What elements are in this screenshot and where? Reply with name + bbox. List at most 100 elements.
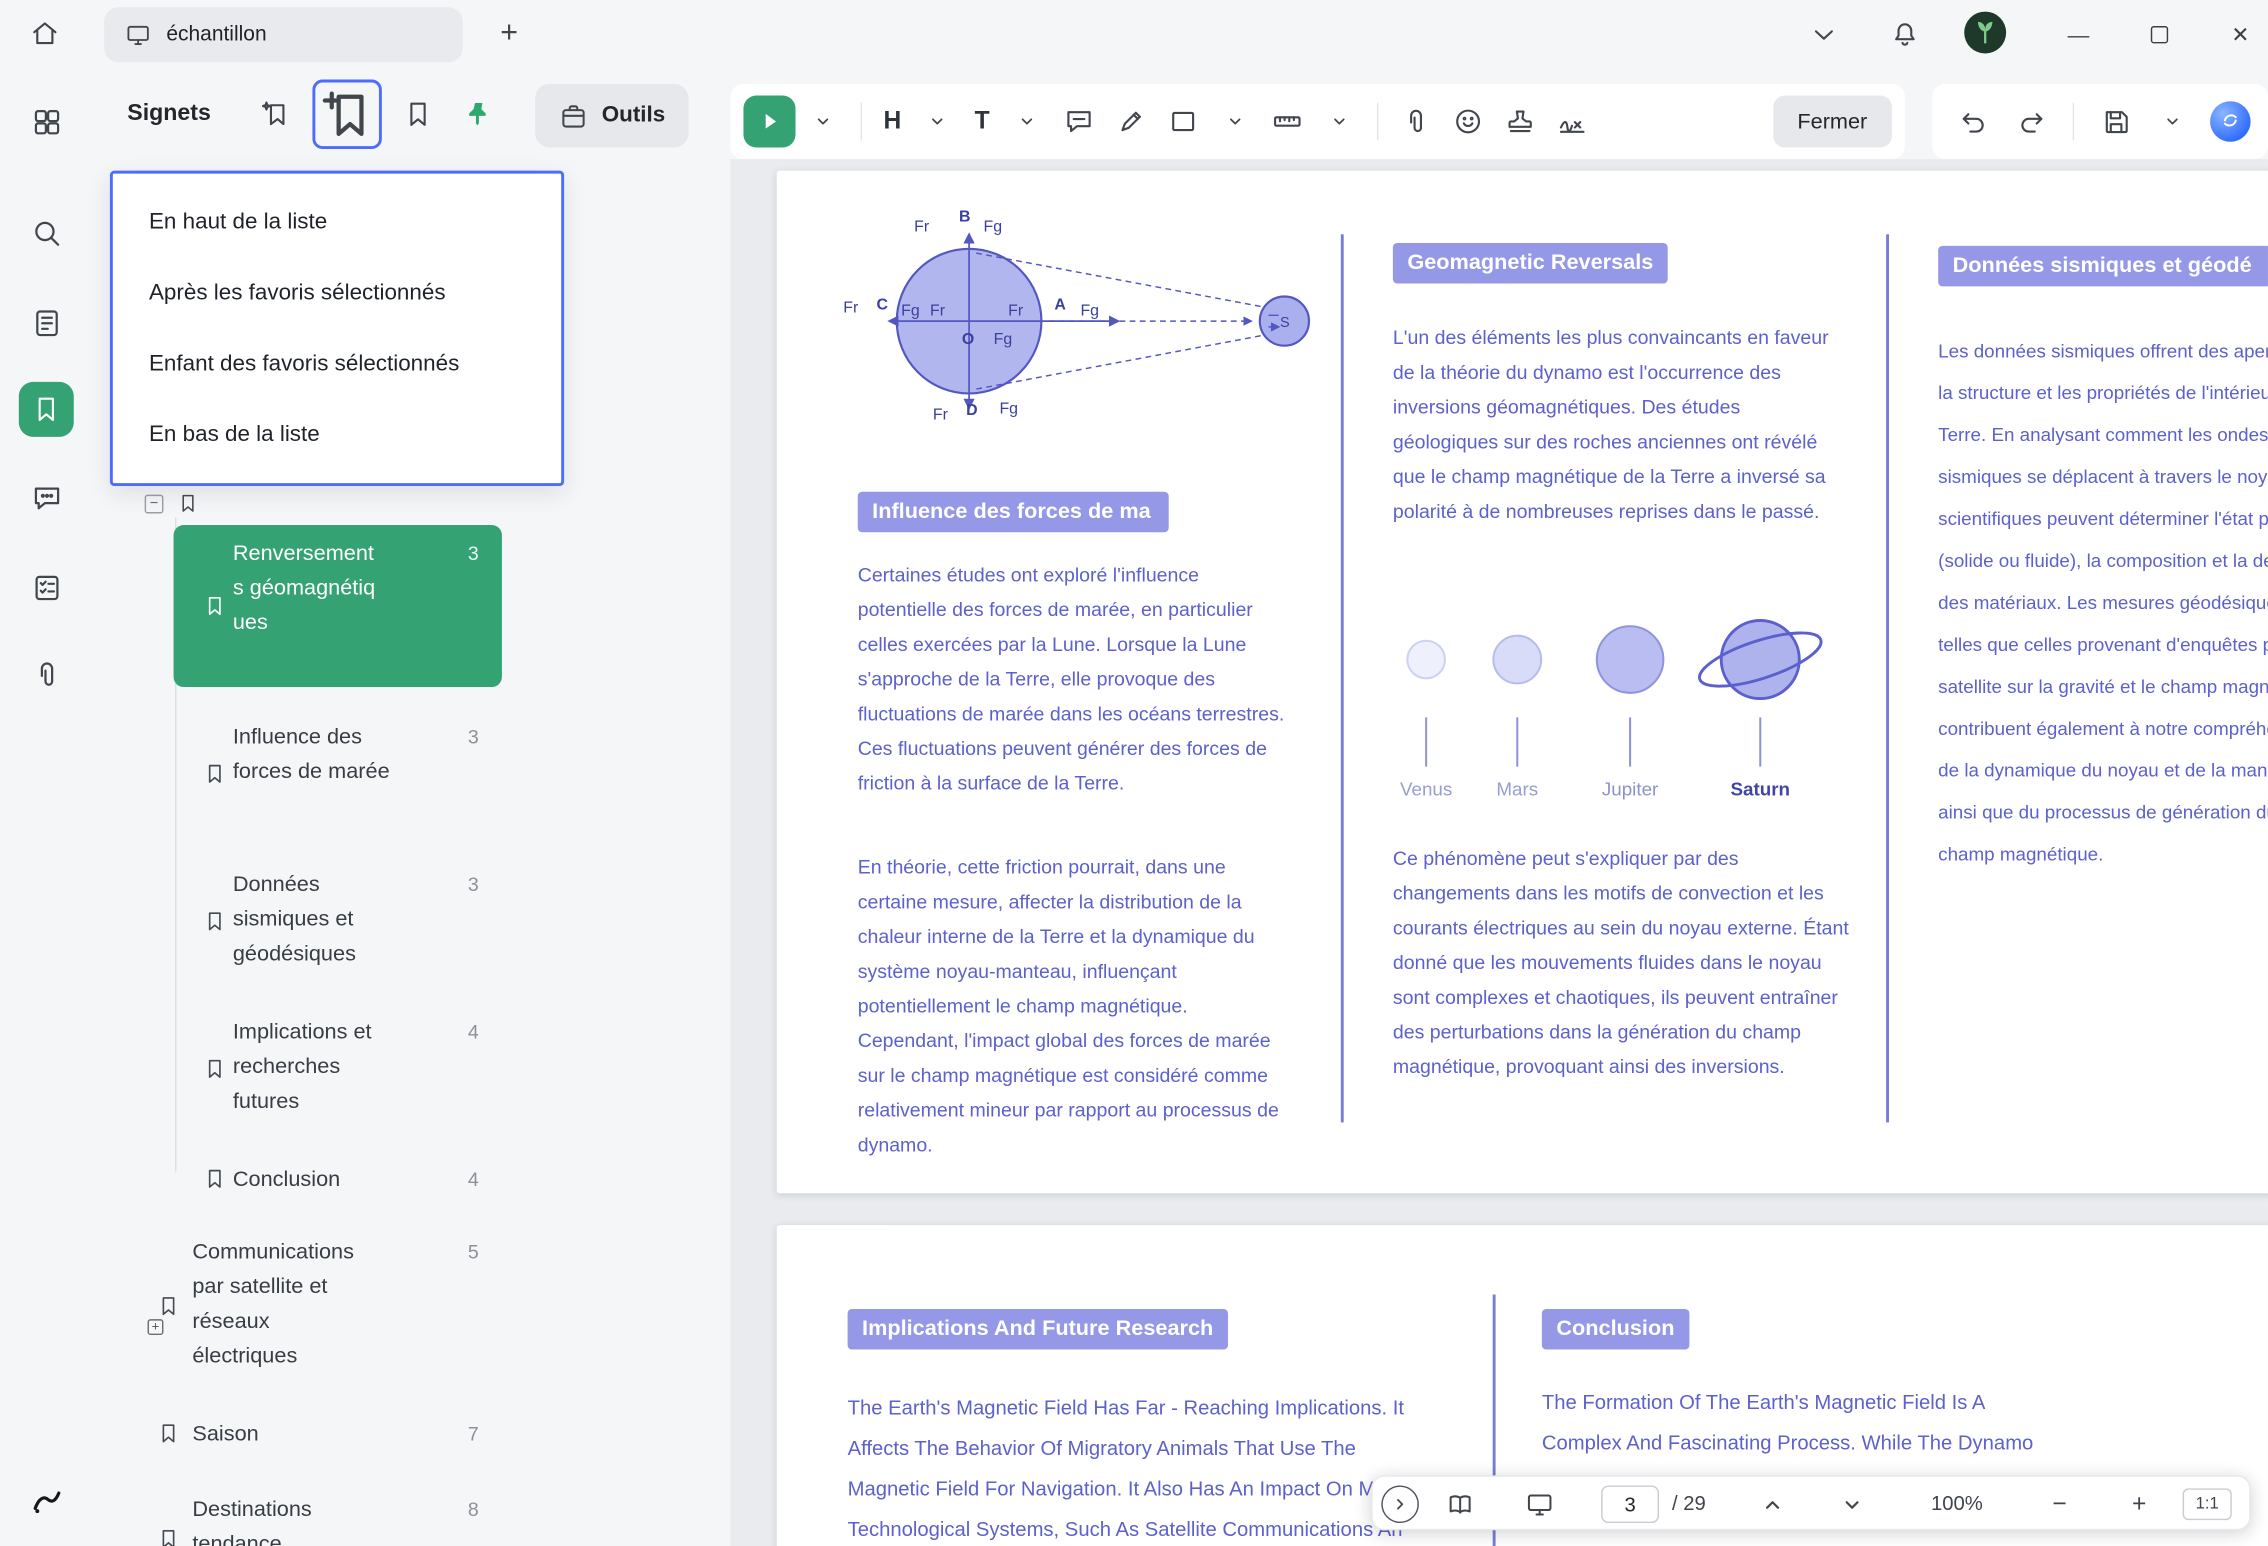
- bookmark-page-number: 3: [467, 873, 479, 896]
- measure-tool-button[interactable]: [1263, 97, 1312, 146]
- page-number-input[interactable]: [1602, 1486, 1658, 1522]
- heading-tool-button[interactable]: H: [875, 97, 910, 146]
- parent-bookmark-expander[interactable]: −: [144, 494, 164, 514]
- undo-icon: [1962, 113, 1984, 133]
- speech-bubble-icon: [1067, 111, 1091, 133]
- zoom-in-button[interactable]: +: [2122, 1487, 2157, 1522]
- auto-bookmark-button[interactable]: [251, 90, 300, 139]
- user-avatar[interactable]: [1964, 11, 2007, 54]
- notifications-button[interactable]: [1880, 10, 1929, 59]
- svg-text:S: S: [1280, 315, 1290, 331]
- chevron-down-icon: [1844, 1500, 1858, 1509]
- maximize-button[interactable]: [2135, 10, 2184, 59]
- close-panel-button[interactable]: Fermer: [1772, 95, 1892, 148]
- ai-sparkle-icon: [2223, 114, 2237, 127]
- menu-item-top-of-list[interactable]: En haut de la liste: [113, 187, 561, 258]
- comment-tool-button[interactable]: [1054, 97, 1103, 146]
- shape-tool-button[interactable]: [1159, 97, 1208, 146]
- close-button[interactable]: ✕: [2216, 10, 2265, 59]
- collapse-toolbar-button[interactable]: [1799, 10, 1848, 59]
- home-icon: [33, 22, 57, 45]
- reading-mode-button[interactable]: [1442, 1487, 1477, 1522]
- bookmark-item[interactable]: + Communications par satellite et réseau…: [139, 1224, 502, 1389]
- text-tool-chevron[interactable]: [1002, 97, 1051, 146]
- paragraph: L'un des éléments les plus convaincants …: [1392, 326, 1829, 523]
- svg-text:D: D: [966, 402, 978, 419]
- add-bookmark-button[interactable]: [312, 79, 382, 149]
- menu-item-after-selected[interactable]: Après les favoris sélectionnés: [113, 257, 561, 328]
- bookmark-item[interactable]: Données sismiques et géodésiques 3: [174, 856, 502, 986]
- sidebar-item-thumbnails[interactable]: [20, 297, 72, 349]
- app-window: échantillon + — ✕ Signets Outils H T Fer…: [0, 0, 2268, 1546]
- bookmark-list-button[interactable]: [393, 90, 442, 139]
- home-button[interactable]: [20, 9, 69, 58]
- sidebar-item-dashboard[interactable]: [20, 95, 72, 147]
- sidebar-item-bookmarks[interactable]: [18, 381, 74, 437]
- svg-text:Fr: Fr: [843, 299, 859, 316]
- select-tool-button[interactable]: [743, 95, 796, 148]
- sidebar-item-attachments[interactable]: [20, 648, 72, 700]
- bookmark-item[interactable]: Implications et recherches futures 4: [174, 1004, 502, 1134]
- bookmark-label: Communications par satellite et réseaux …: [192, 1239, 354, 1369]
- new-tab-button[interactable]: +: [486, 10, 532, 56]
- column-divider: [1886, 234, 1889, 1123]
- measure-tool-chevron[interactable]: [1315, 97, 1364, 146]
- previous-page-button[interactable]: [1754, 1487, 1789, 1522]
- bookmark-item[interactable]: Saison 7: [139, 1406, 502, 1461]
- minimize-button[interactable]: —: [2054, 10, 2103, 59]
- signature-tool-button[interactable]: [1548, 97, 1597, 146]
- paperclip-icon: [1410, 109, 1422, 133]
- pin-button[interactable]: [454, 90, 503, 139]
- document-tab[interactable]: échantillon: [104, 7, 463, 63]
- heading-tool-chevron[interactable]: [913, 97, 962, 146]
- attach-tool-button[interactable]: [1391, 97, 1440, 146]
- zoom-level-button[interactable]: 100%: [1931, 1477, 1983, 1529]
- stamp-tool-button[interactable]: [1496, 97, 1545, 146]
- pen-icon: [1121, 111, 1141, 132]
- chevron-down-icon: [1230, 118, 1241, 125]
- select-tool-chevron[interactable]: [798, 97, 847, 146]
- sidebar-item-search[interactable]: [20, 207, 72, 259]
- svg-text:C: C: [877, 297, 889, 314]
- bookmark-item[interactable]: Influence des forces de marée 3: [174, 709, 502, 839]
- highlighter-tool-button[interactable]: [1106, 97, 1155, 146]
- undo-button[interactable]: [1950, 97, 1999, 146]
- expand-bar-button[interactable]: [1381, 1485, 1419, 1524]
- app-logo[interactable]: [20, 1475, 72, 1527]
- bookmark-item[interactable]: + Destinations tendance 8: [139, 1481, 502, 1546]
- pdf-page-3: Fr B Fg Fr C Fg Fr Fr A Fg O Fg Fr D Fg …: [776, 170, 2268, 1194]
- redo-button[interactable]: [2006, 97, 2055, 146]
- chevron-down-icon: [932, 118, 943, 125]
- expander-plus-icon[interactable]: +: [147, 1319, 164, 1336]
- document-viewport[interactable]: Fr B Fg Fr C Fg Fr Fr A Fg O Fg Fr D Fg …: [730, 159, 2268, 1546]
- redo-icon: [2021, 113, 2043, 133]
- save-chevron[interactable]: [2148, 97, 2197, 146]
- sticker-tool-button[interactable]: [1444, 97, 1493, 146]
- presentation-mode-button[interactable]: [1522, 1487, 1557, 1522]
- bookmark-item[interactable]: Conclusion 4: [174, 1151, 502, 1206]
- divider: [860, 102, 863, 141]
- bookmark-icon: [202, 762, 227, 787]
- sidebar-item-fields[interactable]: [20, 561, 72, 613]
- bookmark-item[interactable]: Renversements géomagnétiques 3: [173, 525, 502, 688]
- sidebar-item-comments[interactable]: [20, 472, 72, 524]
- ai-assistant-button[interactable]: [2210, 101, 2251, 142]
- svg-text:Fg: Fg: [994, 331, 1013, 348]
- bookmark-page-number: 5: [467, 1241, 479, 1263]
- svg-text:Fr: Fr: [914, 218, 930, 235]
- menu-item-bottom-of-list[interactable]: En bas de la liste: [113, 399, 561, 470]
- save-button[interactable]: [2091, 97, 2140, 146]
- paragraph: The Earth's Magnetic Field Has Far - Rea…: [847, 1395, 1410, 1541]
- menu-item-child-of-selected[interactable]: Enfant des favoris sélectionnés: [113, 328, 561, 399]
- comment-icon: [34, 486, 59, 509]
- paragraph: The Formation Of The Earth's Magnetic Fi…: [1541, 1389, 2034, 1454]
- tools-button[interactable]: Outils: [535, 83, 689, 148]
- tab-title: échantillon: [166, 23, 267, 47]
- shape-tool-chevron[interactable]: [1211, 97, 1260, 146]
- actual-size-button[interactable]: 1:1: [2182, 1488, 2232, 1521]
- text-tool-button[interactable]: T: [965, 97, 1000, 146]
- next-page-button[interactable]: [1834, 1487, 1869, 1522]
- zoom-out-button[interactable]: −: [2042, 1487, 2077, 1522]
- stamp-icon: [1508, 110, 1532, 133]
- bell-icon: [1895, 23, 1915, 46]
